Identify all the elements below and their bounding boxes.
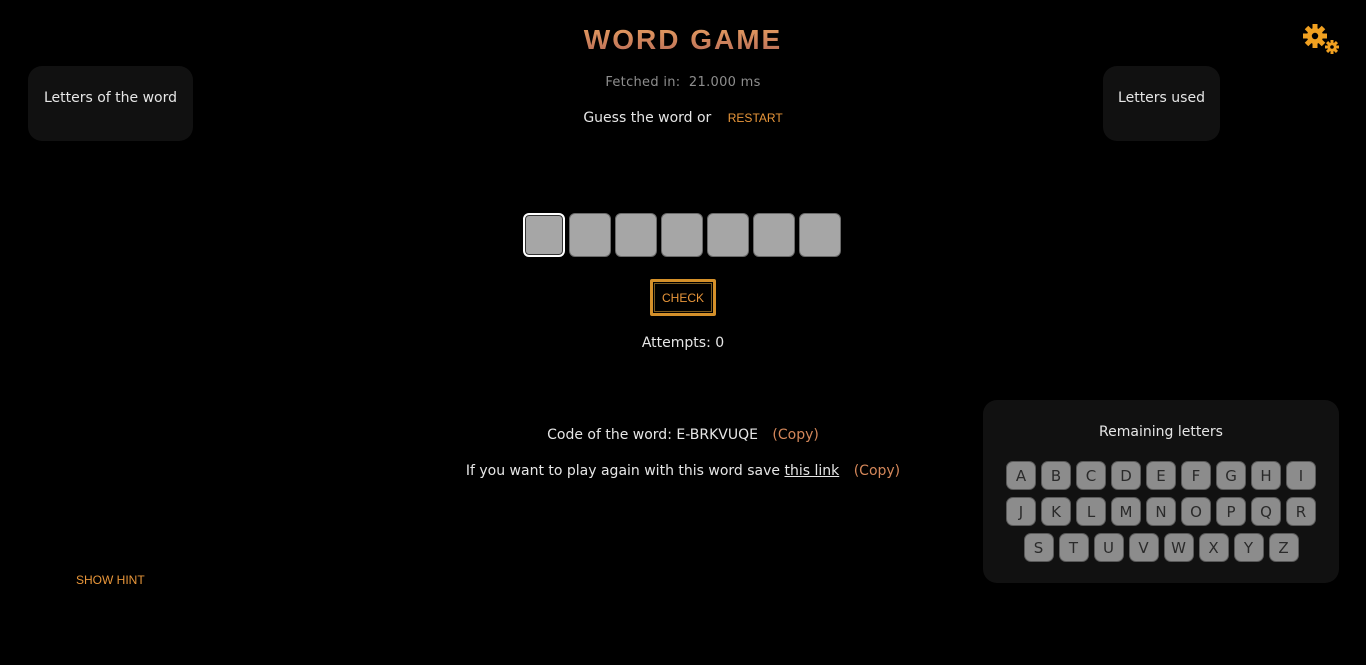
letter-key[interactable]: C — [1076, 461, 1106, 490]
letter-key[interactable]: M — [1111, 497, 1141, 526]
fetch-time-value: 21.000 ms — [688, 75, 761, 90]
letter-key[interactable]: W — [1163, 533, 1194, 562]
letter-box-3[interactable] — [615, 213, 657, 257]
replay-link[interactable]: this link — [784, 463, 839, 479]
letter-key[interactable]: B — [1041, 461, 1071, 490]
letter-key[interactable]: F — [1181, 461, 1211, 490]
letter-key[interactable]: Z — [1268, 533, 1299, 562]
letter-key[interactable]: P — [1216, 497, 1246, 526]
letter-key[interactable]: E — [1146, 461, 1176, 490]
letter-key[interactable]: A — [1006, 461, 1036, 490]
game-title: WORD GAME — [0, 24, 1366, 56]
letter-box-6[interactable] — [753, 213, 795, 257]
letter-box-2[interactable] — [569, 213, 611, 257]
letter-box-7[interactable] — [799, 213, 841, 257]
letter-box-5[interactable] — [707, 213, 749, 257]
keyboard-row-1: ABCDEFGHI — [983, 461, 1339, 490]
letter-key[interactable]: U — [1093, 533, 1124, 562]
copy-code-button[interactable]: (Copy) — [772, 427, 818, 443]
letter-key[interactable]: O — [1181, 497, 1211, 526]
remaining-letters-title: Remaining letters — [1099, 424, 1223, 440]
letter-key[interactable]: I — [1286, 461, 1316, 490]
letter-key[interactable]: D — [1111, 461, 1141, 490]
guess-row: Guess the word or RESTART — [0, 110, 1366, 126]
attempts-counter: Attempts: 0 — [641, 335, 725, 351]
word-code: Code of the word: E-BRKVUQE — [547, 427, 758, 443]
letter-key[interactable]: J — [1006, 497, 1036, 526]
word-letters-label: Letters of the word — [43, 90, 178, 106]
copy-link-button[interactable]: (Copy) — [854, 463, 900, 479]
restart-button[interactable]: RESTART — [728, 111, 783, 125]
letter-box-4[interactable] — [661, 213, 703, 257]
letter-key[interactable]: R — [1286, 497, 1316, 526]
settings-gear-icon[interactable] — [1300, 22, 1342, 56]
letter-key[interactable]: K — [1041, 497, 1071, 526]
letter-key[interactable]: Q — [1251, 497, 1281, 526]
show-hint-button[interactable]: SHOW HINT — [76, 573, 145, 587]
check-button[interactable]: CHECK — [650, 279, 716, 316]
guess-text: Guess the word or — [583, 110, 712, 126]
letter-key[interactable]: G — [1216, 461, 1246, 490]
letter-key[interactable]: S — [1023, 533, 1054, 562]
letter-key[interactable]: N — [1146, 497, 1176, 526]
letter-key[interactable]: V — [1128, 533, 1159, 562]
replay-text: If you want to play again with this word… — [465, 463, 781, 479]
fetch-time: Fetched in: 21.000 ms — [0, 75, 1366, 90]
remaining-letters-panel: Remaining letters ABCDEFGHI JKLMNOPQR STUV… — [983, 400, 1339, 583]
letter-key[interactable]: T — [1058, 533, 1089, 562]
letter-key[interactable]: X — [1198, 533, 1229, 562]
keyboard-row-2: JKLMNOPQR — [983, 497, 1339, 526]
keyboard-row-3: STUVWXYZ — [983, 533, 1339, 562]
fetch-time-label: Fetched in: — [605, 75, 681, 90]
letter-key[interactable]: H — [1251, 461, 1281, 490]
letter-input-boxes — [523, 213, 841, 259]
letter-box-1[interactable] — [523, 213, 565, 257]
letter-key[interactable]: L — [1076, 497, 1106, 526]
used-letters-label: Letters used — [1118, 90, 1205, 106]
letter-key[interactable]: Y — [1233, 533, 1264, 562]
check-label: CHECK — [661, 290, 704, 305]
